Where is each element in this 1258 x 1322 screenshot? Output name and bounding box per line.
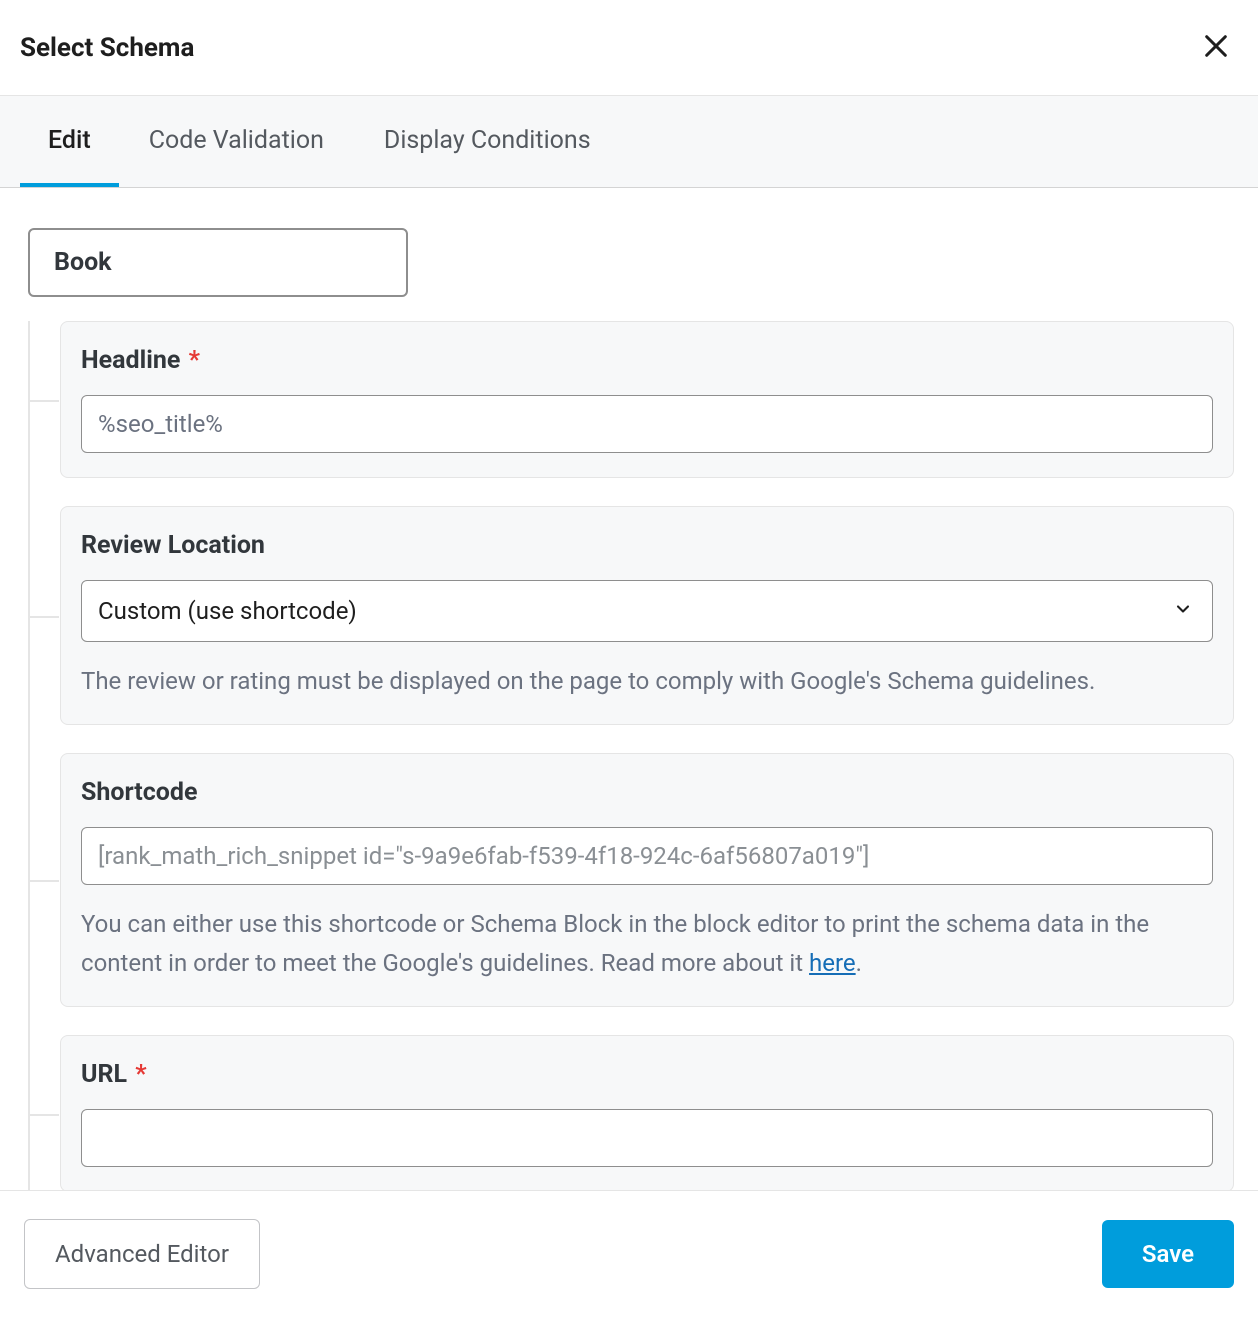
- shortcode-help: You can either use this shortcode or Sch…: [81, 905, 1213, 982]
- shortcode-label: Shortcode: [81, 778, 1213, 807]
- review-location-select[interactable]: Custom (use shortcode): [81, 580, 1213, 642]
- headline-input[interactable]: [81, 395, 1213, 453]
- field-shortcode: Shortcode You can either use this shortc…: [60, 753, 1234, 1007]
- tab-code-validation[interactable]: Code Validation: [119, 96, 354, 187]
- url-label-text: URL: [81, 1060, 127, 1089]
- shortcode-help-link[interactable]: here: [809, 949, 856, 977]
- review-location-help: The review or rating must be displayed o…: [81, 662, 1213, 700]
- url-label: URL *: [81, 1060, 1213, 1089]
- tab-edit[interactable]: Edit: [20, 96, 119, 187]
- review-location-label: Review Location: [81, 531, 1213, 560]
- url-input[interactable]: [81, 1109, 1213, 1167]
- field-url: URL *: [60, 1035, 1234, 1190]
- close-icon: [1202, 32, 1230, 63]
- modal-title: Select Schema: [20, 33, 194, 63]
- save-button[interactable]: Save: [1102, 1220, 1234, 1288]
- required-indicator: *: [182, 346, 200, 375]
- shortcode-help-post: .: [856, 949, 862, 977]
- tabs-bar: Edit Code Validation Display Conditions: [0, 96, 1258, 188]
- headline-label: Headline *: [81, 346, 1213, 375]
- advanced-editor-button[interactable]: Advanced Editor: [24, 1219, 260, 1289]
- headline-label-text: Headline: [81, 346, 180, 375]
- field-headline: Headline *: [60, 321, 1234, 478]
- required-indicator: *: [129, 1060, 147, 1089]
- schema-type-label[interactable]: Book: [28, 228, 408, 297]
- tab-display-conditions[interactable]: Display Conditions: [354, 96, 621, 187]
- field-review-location: Review Location Custom (use shortcode) T…: [60, 506, 1234, 725]
- close-button[interactable]: [1194, 24, 1238, 71]
- shortcode-input[interactable]: [81, 827, 1213, 885]
- content-area: Book Headline * Review Location Custom (…: [0, 188, 1258, 1190]
- shortcode-help-pre: You can either use this shortcode or Sch…: [81, 910, 1149, 976]
- footer-bar: Advanced Editor Save: [0, 1190, 1258, 1317]
